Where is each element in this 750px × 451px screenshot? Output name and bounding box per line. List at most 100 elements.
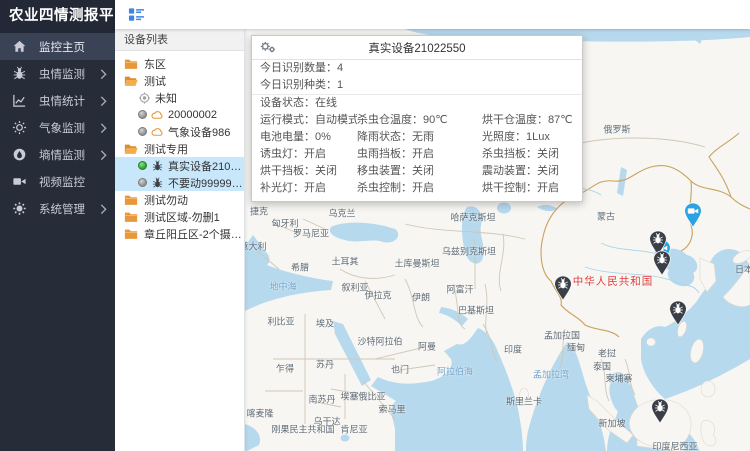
chevron-right-icon	[100, 150, 107, 160]
grid-value: 关闭	[537, 148, 559, 160]
folder-open-icon	[124, 75, 138, 87]
tree-device[interactable]: 不要动99999999	[115, 174, 244, 191]
status-dot-gray	[138, 127, 147, 136]
popup-grid-cell: 光照度：1Lux	[482, 129, 582, 146]
summary-label: 今日识别数量	[260, 62, 326, 74]
content: 设备列表 东区测试未知20000002气象设备986测试专用真实设备210225…	[115, 29, 750, 451]
tree-folder[interactable]: 测试	[115, 72, 244, 89]
sidebar-item-video[interactable]: 视频监控	[0, 168, 115, 195]
sidebar-item-label: 气象监测	[39, 120, 100, 136]
grid-label: 震动装置	[482, 165, 526, 177]
status-dot-gray	[138, 178, 147, 187]
popup-grid-cell: 震动装置：关闭	[482, 163, 582, 180]
map-canvas[interactable]: 俄罗斯蒙古中华人民共和国日本哈萨克斯坦乌克兰捷克匈牙利罗马尼亚意大利希腊土耳其地…	[245, 29, 750, 451]
grid-label: 电池电量	[260, 131, 304, 143]
sidebar-item-sun[interactable]: 气象监测	[0, 114, 115, 141]
grid-label: 烘干挡板	[260, 165, 304, 177]
grid-label: 杀虫控制	[357, 182, 401, 194]
sidebar-item-label: 墒情监测	[39, 147, 100, 163]
tree-node-label: 气象设备986	[168, 124, 230, 140]
device-status-label: 设备状态	[260, 97, 304, 109]
device-list-panel: 设备列表 东区测试未知 20000002 气象设备986测试专用真实设备210225…	[115, 29, 245, 451]
sidebar-item-bug[interactable]: 虫情监测	[0, 60, 115, 87]
tree-device[interactable]: 真实设备21022550	[115, 157, 244, 174]
tree-device[interactable]: 20000002	[115, 106, 244, 123]
device-list-title: 设备列表	[115, 29, 244, 51]
popup-grid-cell: 移虫装置：关闭	[357, 163, 482, 180]
tree-node-label: 测试专用	[144, 141, 188, 157]
grid-value: 90℃	[423, 114, 448, 126]
popup-grid-cell: 杀虫仓温度：90℃	[357, 112, 482, 129]
sidebar-item-label: 系统管理	[39, 201, 100, 217]
layout-list-icon[interactable]	[128, 7, 145, 22]
bug-icon	[12, 66, 27, 81]
grid-label: 烘干控制	[482, 182, 526, 194]
insect-device-map-pin[interactable]	[653, 250, 672, 276]
grid-label: 光照度	[482, 131, 515, 143]
grid-label: 诱虫灯	[260, 148, 293, 160]
bug-device-icon	[151, 177, 164, 189]
app-title: 农业四情测报平台	[0, 0, 115, 33]
tree-node-label: 未知	[155, 90, 177, 106]
chevron-right-icon	[100, 123, 107, 133]
grid-label: 杀虫仓温度	[357, 114, 412, 126]
summary-value: 4	[337, 62, 343, 74]
tree-node-label: 测试勿动	[144, 192, 188, 208]
grid-value: 开启	[412, 182, 434, 194]
sidebar-item-label: 虫情统计	[39, 93, 100, 109]
device-info-popup: 真实设备21022550 今日识别数量：4今日识别种类：1 设备状态：在线 运行…	[251, 35, 583, 202]
gear-icon	[12, 201, 27, 216]
popup-grid-cell: 烘干控制：开启	[482, 180, 582, 197]
status-dot-gray	[138, 110, 147, 119]
insect-device-map-pin[interactable]	[651, 398, 670, 424]
popup-grid-cell: 补光灯：开启	[260, 180, 357, 197]
grid-label: 补光灯	[260, 182, 293, 194]
main-area: 设备列表 东区测试未知20000002气象设备986测试专用真实设备210225…	[115, 0, 750, 451]
popup-grid-cell: 诱虫灯：开启	[260, 146, 357, 163]
sidebar-item-label: 视频监控	[39, 174, 107, 190]
insect-device-map-pin[interactable]	[554, 275, 573, 301]
grid-value: 关闭	[537, 165, 559, 177]
popup-grid-cell: 降雨状态：无雨	[357, 129, 482, 146]
topbar	[115, 0, 750, 29]
sun-icon	[12, 120, 27, 135]
sidebar-item-home[interactable]: 监控主页	[0, 33, 115, 60]
video-icon	[12, 174, 27, 189]
tree-node-label: 20000002	[168, 109, 217, 121]
chevron-right-icon	[100, 96, 107, 106]
popup-header: 真实设备21022550	[252, 36, 582, 60]
grid-value: 无雨	[412, 131, 434, 143]
app-window: 农业四情测报平台 监控主页虫情监测虫情统计气象监测墒情监测视频监控系统管理 设备…	[0, 0, 750, 451]
grid-value: 开启	[412, 148, 434, 160]
grid-label: 烘干仓温度	[482, 114, 537, 126]
tree-folder[interactable]: 测试专用	[115, 140, 244, 157]
tree-node-label: 章丘阳丘区-2个摄像头	[144, 226, 244, 242]
sidebar-item-gear[interactable]: 系统管理	[0, 195, 115, 222]
sidebar-item-chart[interactable]: 虫情统计	[0, 87, 115, 114]
grid-label: 虫雨挡板	[357, 148, 401, 160]
tree-node-label: 不要动99999999	[168, 175, 244, 191]
chevron-right-icon	[100, 69, 107, 79]
folder-closed-icon	[124, 211, 138, 223]
target-device-icon	[138, 92, 151, 104]
grid-value: 0%	[315, 131, 331, 143]
tree-folder[interactable]: 东区	[115, 55, 244, 72]
popup-grid-cell: 运行模式：自动模式	[260, 112, 357, 129]
device-tree: 东区测试未知 20000002 气象设备986测试专用真实设备21022550不要动…	[115, 51, 244, 242]
folder-closed-icon	[124, 228, 138, 240]
grid-value: 关闭	[315, 165, 337, 177]
tree-folder[interactable]: 测试区域-勿删1	[115, 208, 244, 225]
popup-grid-cell: 杀虫控制：开启	[357, 180, 482, 197]
sidebar-item-moisture[interactable]: 墒情监测	[0, 141, 115, 168]
grid-value: 自动模式	[315, 114, 357, 126]
tree-node-label: 测试区域-勿删1	[144, 209, 220, 225]
tree-device[interactable]: 气象设备986	[115, 123, 244, 140]
tree-folder[interactable]: 章丘阳丘区-2个摄像头	[115, 225, 244, 242]
camera-map-pin[interactable]	[684, 202, 703, 228]
sidebar: 农业四情测报平台 监控主页虫情监测虫情统计气象监测墒情监测视频监控系统管理	[0, 0, 115, 451]
insect-device-map-pin[interactable]	[669, 300, 688, 326]
tree-node-label: 东区	[144, 56, 166, 72]
grid-value: 87℃	[548, 114, 573, 126]
tree-folder[interactable]: 测试勿动	[115, 191, 244, 208]
tree-device[interactable]: 未知	[115, 89, 244, 106]
